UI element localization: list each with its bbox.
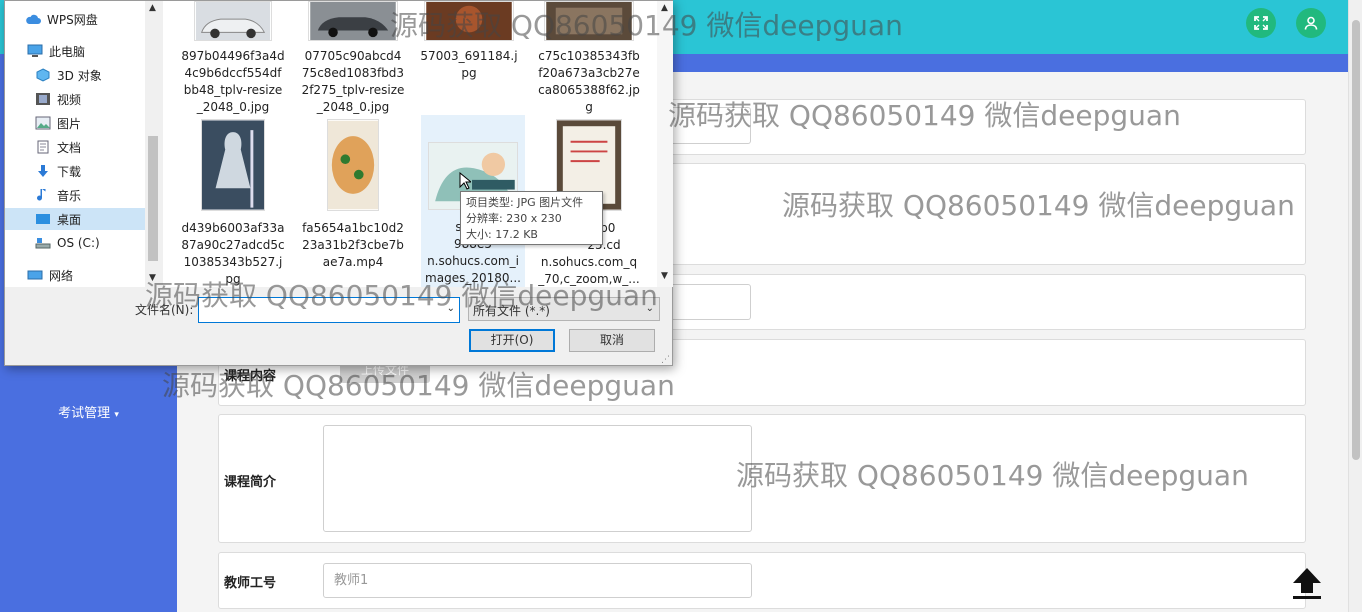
form-row-intro: 课程简介 — [218, 414, 1306, 543]
file-name: 07705c90abcd475c8ed1083fbd32f275_tplv-re… — [301, 49, 405, 114]
nav-scrollbar[interactable]: ▲ ▼ — [145, 1, 161, 287]
nav-item-desktop[interactable]: 桌面 — [5, 208, 145, 230]
form-row-teacher-no: 教师工号 教师1 — [218, 552, 1306, 609]
file-item[interactable]: d439b6003af33a87a90c27adcd5c10385343b527… — [181, 119, 285, 288]
nav-item-label: 图片 — [57, 116, 82, 131]
form-input[interactable] — [672, 284, 751, 320]
desktop-icon — [36, 214, 50, 224]
teacher-no-label: 教师工号 — [224, 576, 277, 591]
food-thumbnail-icon — [327, 119, 379, 211]
file-name: fa5654a1bc10d223a31b2f3cbe7bae7a.mp4 — [302, 221, 404, 269]
fullscreen-button[interactable] — [1246, 8, 1276, 38]
user-button[interactable] — [1296, 8, 1326, 38]
file-open-dialog: WPS网盘 此电脑 3D 对象 视频 图片 文档 下载 音乐 桌面 OS (C:… — [4, 0, 673, 366]
tooltip-size: 大小: 17.2 KB — [466, 228, 538, 241]
file-name: d439b6003af33a87a90c27adcd5c10385343b527… — [181, 221, 285, 286]
car-thumbnail-icon — [194, 1, 272, 41]
file-name: 57003_691184.jpg — [420, 49, 518, 80]
nav-item-label: 视频 — [57, 92, 82, 107]
sidebar-item-label: 考试管理 — [58, 406, 111, 421]
file-name-line: _70,c_zoom,w_... — [538, 272, 640, 286]
scrollbar-thumb[interactable] — [1352, 20, 1360, 460]
nav-item-label: 3D 对象 — [57, 68, 102, 83]
teacher-no-input[interactable]: 教师1 — [323, 563, 752, 598]
nav-item-wps-cloud[interactable]: WPS网盘 — [25, 8, 165, 30]
document-icon — [37, 140, 49, 154]
arrow-up-icon — [1293, 568, 1321, 599]
drive-icon — [35, 238, 51, 249]
nav-item-label: 下载 — [57, 164, 82, 179]
file-type-select[interactable]: 所有文件 (*.*) ⌄ — [468, 297, 660, 321]
filename-input[interactable]: ⌄ — [198, 297, 460, 323]
content-label: 课程内容 — [224, 369, 277, 384]
file-type-value: 所有文件 (*.*) — [473, 304, 550, 318]
nav-item-label: 音乐 — [57, 188, 82, 203]
intro-textarea[interactable] — [323, 425, 752, 532]
cloud-icon — [26, 14, 41, 24]
file-tooltip: 项目类型: JPG 图片文件 分辨率: 230 x 230 大小: 17.2 K… — [460, 191, 603, 245]
scroll-down-icon[interactable]: ▼ — [661, 271, 668, 281]
nav-item-label: 桌面 — [57, 212, 82, 227]
navigation-pane: WPS网盘 此电脑 3D 对象 视频 图片 文档 下载 音乐 桌面 OS (C:… — [5, 1, 161, 287]
photo-thumbnail-icon — [544, 1, 634, 41]
music-icon — [37, 189, 46, 201]
tooltip-type: 项目类型: JPG 图片文件 — [466, 196, 584, 209]
filename-label: 文件名(N): — [135, 303, 194, 317]
file-item[interactable]: 57003_691184.jpg — [417, 1, 521, 82]
sidebar-item-exam-management[interactable]: 考试管理 ▾ — [0, 402, 177, 421]
scroll-down-icon[interactable]: ▼ — [149, 273, 156, 283]
file-name-line: n.sohucs.com_q — [540, 255, 638, 269]
nav-item-label: WPS网盘 — [47, 12, 98, 27]
form-input[interactable] — [672, 107, 751, 144]
file-item[interactable]: fa5654a1bc10d223a31b2f3cbe7bae7a.mp4 — [301, 119, 405, 271]
picture-icon — [35, 116, 51, 130]
open-button[interactable]: 打开(O) — [469, 329, 555, 352]
mouse-cursor-icon — [459, 172, 471, 190]
car-thumbnail-icon — [308, 1, 398, 41]
network-icon — [27, 270, 43, 280]
computer-icon — [27, 44, 43, 57]
chevron-down-icon: ⌄ — [645, 303, 654, 314]
intro-label: 课程简介 — [224, 475, 277, 490]
nav-item-label: 网络 — [49, 268, 74, 283]
tooltip-resolution: 分辨率: 230 x 230 — [466, 212, 562, 225]
cancel-button[interactable]: 取消 — [569, 329, 655, 352]
video-icon — [36, 93, 50, 105]
file-scrollbar[interactable]: ▲ ▼ — [657, 1, 673, 287]
nav-item-label: 此电脑 — [49, 44, 86, 59]
expand-icon — [1254, 16, 1268, 30]
nav-item-label: 文档 — [57, 140, 82, 155]
nav-item-label: OS (C:) — [57, 236, 100, 250]
file-name-line: n.sohucs.com_i — [427, 254, 519, 268]
scroll-up-icon[interactable]: ▲ — [661, 3, 668, 13]
photo-thumbnail-icon — [424, 1, 514, 41]
chevron-down-icon[interactable]: ⌄ — [447, 303, 455, 314]
file-name-line: mages_20180... — [425, 271, 521, 285]
download-icon — [38, 165, 48, 177]
artwork-thumbnail-icon — [201, 119, 265, 211]
file-name: 897b04496f3a4d4c9b6dccf554dfbb48_tplv-re… — [181, 49, 285, 114]
resize-grip-icon[interactable]: ⋰ — [661, 355, 670, 365]
file-item[interactable]: c75c10385343fbf20a673a3cb27eca8065388f62… — [537, 1, 641, 116]
cube-icon — [36, 68, 50, 82]
back-to-top-button[interactable] — [1288, 565, 1326, 601]
file-item[interactable]: 897b04496f3a4d4c9b6dccf554dfbb48_tplv-re… — [181, 1, 285, 116]
user-icon — [1304, 16, 1318, 30]
page-scrollbar[interactable] — [1348, 0, 1362, 612]
file-name: c75c10385343fbf20a673a3cb27eca8065388f62… — [538, 49, 640, 114]
file-item[interactable]: 07705c90abcd475c8ed1083fbd32f275_tplv-re… — [301, 1, 405, 116]
scroll-up-icon[interactable]: ▲ — [149, 3, 156, 13]
scrollbar-thumb[interactable] — [148, 136, 158, 261]
caret-down-icon: ▾ — [114, 410, 119, 420]
